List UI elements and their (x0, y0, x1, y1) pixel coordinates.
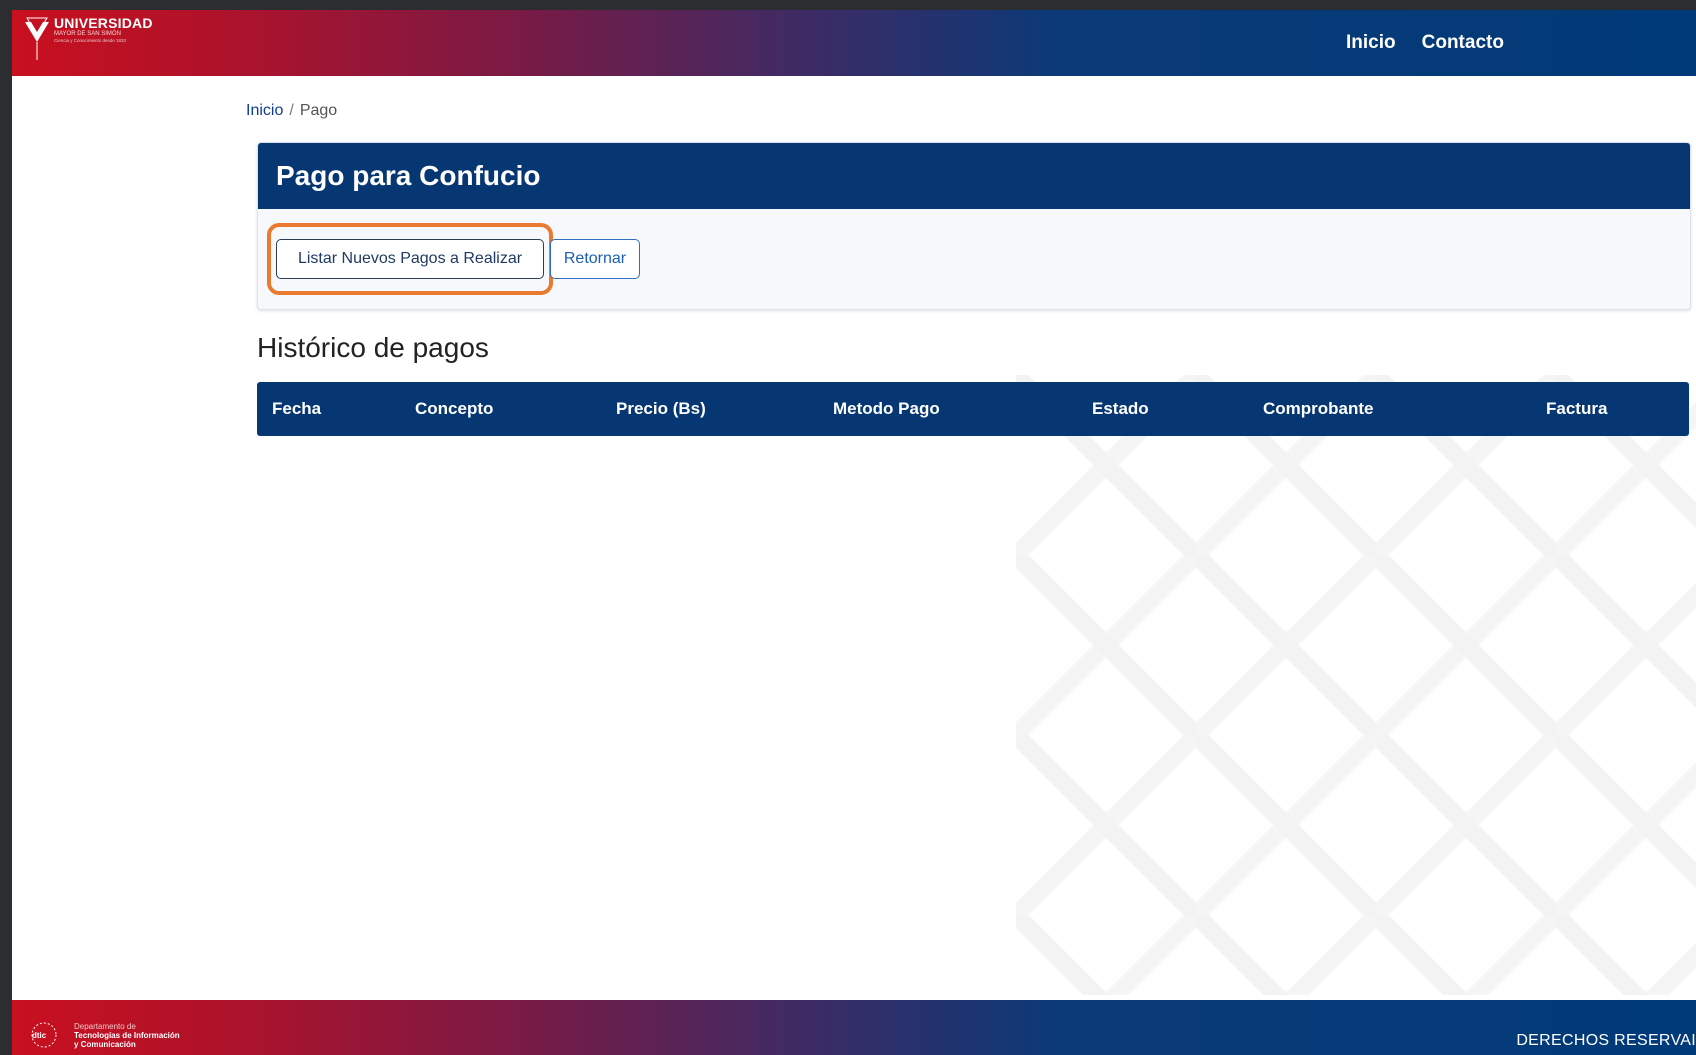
svg-text:dtic: dtic (32, 1031, 47, 1040)
history-title: Histórico de pagos (257, 332, 489, 363)
nav-contacto[interactable]: Contacto (1422, 32, 1504, 54)
breadcrumb-current: Pago (299, 102, 338, 119)
card-title: Pago para Confucio (258, 143, 1690, 209)
dtic-line2: Tecnologías de Información (74, 1030, 180, 1040)
logo-text: UNIVERSIDAD MAYOR DE SAN SIMÓN Ciencia y… (54, 16, 153, 44)
return-button[interactable]: Retornar (550, 239, 640, 279)
nav-inicio[interactable]: Inicio (1346, 32, 1396, 54)
university-logo[interactable]: UNIVERSIDAD MAYOR DE SAN SIMÓN Ciencia y… (24, 16, 153, 64)
breadcrumb-home[interactable]: Inicio (246, 102, 283, 119)
column-metodo-pago: Metodo Pago (833, 399, 940, 418)
page-footer: dtic Departamento de Tecnologías de Info… (12, 1000, 1696, 1055)
dtic-icon: dtic (31, 1022, 57, 1048)
dtic-logo: dtic Departamento de Tecnologías de Info… (22, 1020, 180, 1050)
top-header: UNIVERSIDAD MAYOR DE SAN SIMÓN Ciencia y… (12, 10, 1696, 76)
dtic-line3: y Comunicación (74, 1039, 136, 1049)
column-estado: Estado (1092, 399, 1149, 418)
table-header-row: Fecha Concepto Precio (Bs) Metodo Pago E… (257, 382, 1689, 436)
main-nav: Inicio Contacto (1346, 32, 1504, 54)
breadcrumb-separator: / (289, 102, 294, 119)
dtic-line1: Departamento de (74, 1021, 136, 1031)
rights-text: DERECHOS RESERVAI (1516, 1032, 1696, 1049)
column-concepto: Concepto (415, 399, 494, 418)
column-fecha: Fecha (272, 399, 322, 418)
column-comprobante: Comprobante (1263, 399, 1374, 418)
university-crest-icon (25, 17, 49, 60)
logo-subtitle: MAYOR DE SAN SIMÓN (54, 31, 121, 37)
history-table: Fecha Concepto Precio (Bs) Metodo Pago E… (257, 382, 1689, 436)
breadcrumb: Inicio / Pago (246, 102, 337, 120)
page-frame: UNIVERSIDAD MAYOR DE SAN SIMÓN Ciencia y… (12, 10, 1696, 1055)
logo-title: UNIVERSIDAD (54, 15, 153, 31)
list-new-payments-button[interactable]: Listar Nuevos Pagos a Realizar (276, 239, 544, 279)
column-precio: Precio (Bs) (616, 399, 706, 418)
payment-card: Pago para Confucio Listar Nuevos Pagos a… (257, 142, 1691, 310)
logo-motto: Ciencia y Conocimiento desde 1832 (54, 38, 127, 43)
background-pattern (1016, 375, 1696, 995)
column-factura: Factura (1546, 399, 1608, 418)
dtic-text: Departamento de Tecnologías de Informaci… (74, 1022, 180, 1049)
